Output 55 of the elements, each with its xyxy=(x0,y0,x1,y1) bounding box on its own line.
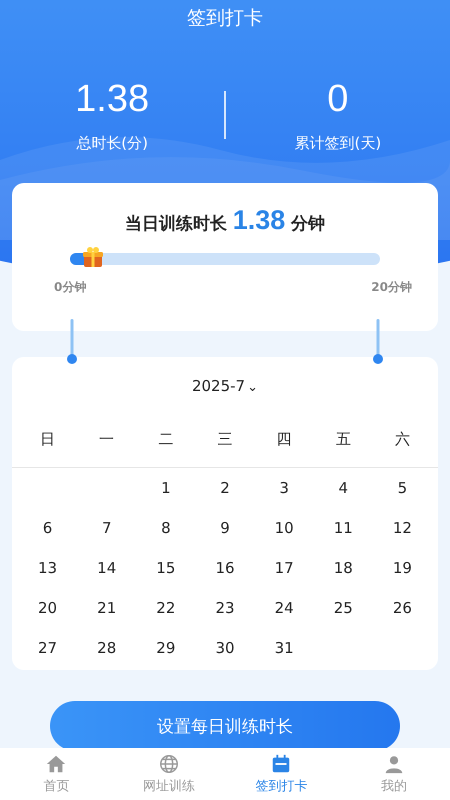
calendar-day[interactable]: 20 xyxy=(38,599,58,617)
calendar-day[interactable]: 16 xyxy=(215,559,235,577)
max-label: 20分钟 xyxy=(371,279,412,296)
weekday-label: 二 xyxy=(158,430,174,448)
calendar-day[interactable]: 23 xyxy=(215,599,235,617)
weekday-label: 五 xyxy=(336,430,351,448)
home-icon xyxy=(45,753,68,775)
calendar-day[interactable]: 28 xyxy=(97,639,116,657)
connector-drawing xyxy=(67,319,77,365)
calendar-day[interactable]: 22 xyxy=(156,599,176,617)
stat-value: 1.38 xyxy=(74,77,150,122)
weekday-label: 六 xyxy=(394,430,410,448)
calendar-day[interactable]: 24 xyxy=(274,599,294,617)
calendar-day[interactable]: 14 xyxy=(97,559,116,577)
weekday-label: 一 xyxy=(99,430,114,448)
calendar-day[interactable]: 9 xyxy=(220,519,230,537)
stat-value: 0 xyxy=(326,77,350,122)
min-label: 0分钟 xyxy=(54,279,86,296)
weekday-label: 日 xyxy=(40,430,56,448)
connector-drawing xyxy=(373,319,383,365)
tab-item[interactable]: 签到打卡 xyxy=(225,748,338,800)
calendar-day[interactable]: 11 xyxy=(334,519,353,537)
calendar-day[interactable]: 19 xyxy=(392,559,412,577)
calendar-day[interactable]: 29 xyxy=(156,639,176,657)
stat-label: 总时长(分) xyxy=(75,134,149,153)
calendar-day[interactable]: 26 xyxy=(392,599,412,617)
calendar-day[interactable]: 3 xyxy=(279,479,289,497)
calendar-day[interactable]: 27 xyxy=(38,639,58,657)
calendar-day[interactable]: 30 xyxy=(215,639,235,657)
calendar-day[interactable]: 12 xyxy=(392,519,412,537)
daily-duration-text: 当日训练时长 1.38 分钟 xyxy=(124,204,326,237)
calendar-day[interactable]: 7 xyxy=(102,519,112,537)
calendar-day[interactable]: 21 xyxy=(97,599,116,617)
set-duration-button[interactable]: 设置每日训练时长 xyxy=(50,701,400,751)
globe-icon xyxy=(158,753,180,775)
calendar-day[interactable]: 5 xyxy=(398,479,408,497)
calendar-icon xyxy=(270,753,292,775)
gift-icon xyxy=(81,244,106,270)
calendar-day[interactable]: 4 xyxy=(338,479,348,497)
calendar-day[interactable]: 31 xyxy=(274,639,294,657)
calendar-day[interactable]: 2 xyxy=(220,479,230,497)
calendar-day[interactable]: 13 xyxy=(38,559,58,577)
weekday-label: 三 xyxy=(217,430,232,448)
calendar-day[interactable]: 6 xyxy=(42,519,52,537)
calendar-day[interactable]: 10 xyxy=(274,519,294,537)
calendar-day[interactable]: 25 xyxy=(334,599,353,617)
weekday-label: 四 xyxy=(276,430,292,448)
calendar-day[interactable]: 8 xyxy=(161,519,171,537)
month-selector[interactable]: 2025-7⌄ xyxy=(165,373,285,399)
calendar-day[interactable]: 17 xyxy=(274,559,294,577)
calendar-day[interactable]: 1 xyxy=(161,479,171,497)
calendar-day[interactable]: 15 xyxy=(156,559,176,577)
calendar-day[interactable]: 18 xyxy=(334,559,353,577)
stat-label: 累计签到(天) xyxy=(294,134,382,153)
page-title: 签到打卡 xyxy=(186,6,264,31)
